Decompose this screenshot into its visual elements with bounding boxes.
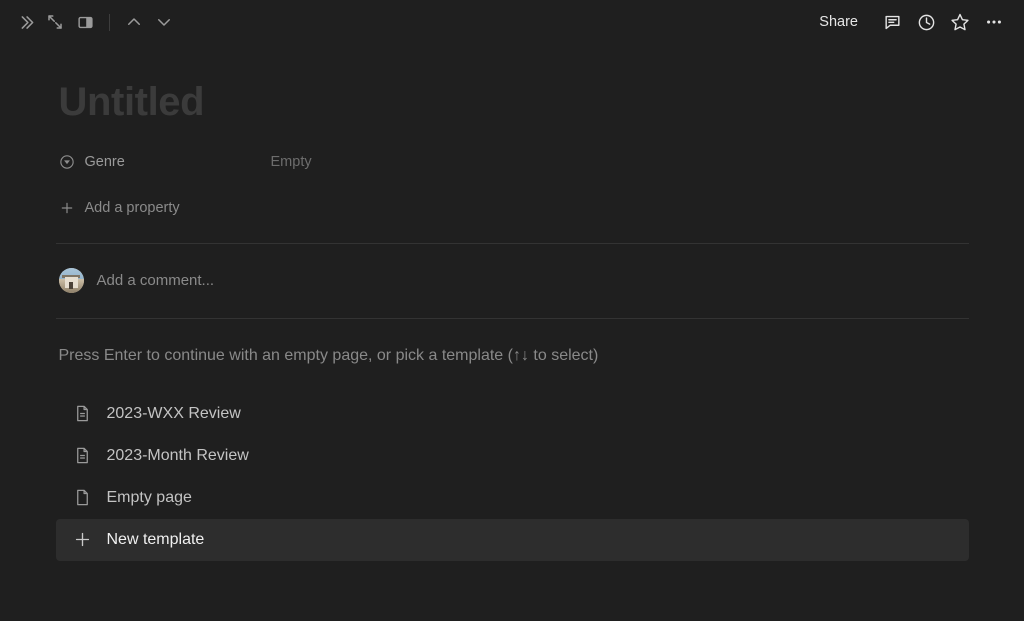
user-avatar[interactable] [58,268,84,294]
template-item-2023-month-review[interactable]: 2023-Month Review [56,435,969,477]
property-row-genre[interactable]: Genre Empty [56,147,969,177]
toolbar-divider [109,13,110,31]
favorite-icon[interactable] [944,6,976,38]
template-picker-hint: Press Enter to continue with an empty pa… [58,346,599,364]
plus-icon [73,530,92,549]
template-item-new-template[interactable]: New template [55,518,969,561]
history-icon[interactable] [910,6,942,38]
property-name-text: Genre [84,153,125,170]
expand-page-icon[interactable] [40,7,70,37]
top-bar: Share [0,0,1024,44]
page-body: Untitled Genre Empty Add a property Add … [0,44,1024,561]
add-comment-row[interactable]: Add a comment... [56,244,969,318]
template-item-label: New template [106,530,205,548]
select-property-icon [59,153,76,170]
property-list: Genre Empty Add a property [56,147,969,223]
top-bar-left-group [10,7,179,37]
comments-icon[interactable] [876,6,908,38]
top-bar-right-group: Share [809,6,1010,38]
more-options-icon[interactable] [978,6,1010,38]
share-button[interactable]: Share [809,9,868,35]
add-property-button[interactable]: Add a property [56,193,969,223]
next-page-icon[interactable] [149,7,179,37]
template-item-label: 2023-WXX Review [106,404,241,422]
expand-sidebar-icon[interactable] [10,7,40,37]
page-content: Untitled Genre Empty Add a property Add … [55,44,969,561]
document-lines-icon [73,446,92,465]
page-title[interactable]: Untitled [56,44,969,125]
add-property-label: Add a property [84,199,180,216]
document-blank-icon [73,488,92,507]
property-label-genre[interactable]: Genre [56,153,271,170]
document-lines-icon [73,404,92,423]
plus-icon [59,199,76,216]
comment-input[interactable]: Add a comment... [97,272,215,289]
template-item-empty-page[interactable]: Empty page [56,477,969,519]
template-item-label: Empty page [106,488,192,506]
template-item-label: 2023-Month Review [106,446,249,464]
page-layout-icon[interactable] [70,7,100,37]
template-list: 2023-WXX Review 2023-Month Review Empty … [55,393,969,561]
template-item-2023-wxx-review[interactable]: 2023-WXX Review [56,393,969,435]
previous-page-icon[interactable] [119,7,149,37]
property-value-genre[interactable]: Empty [271,154,312,170]
